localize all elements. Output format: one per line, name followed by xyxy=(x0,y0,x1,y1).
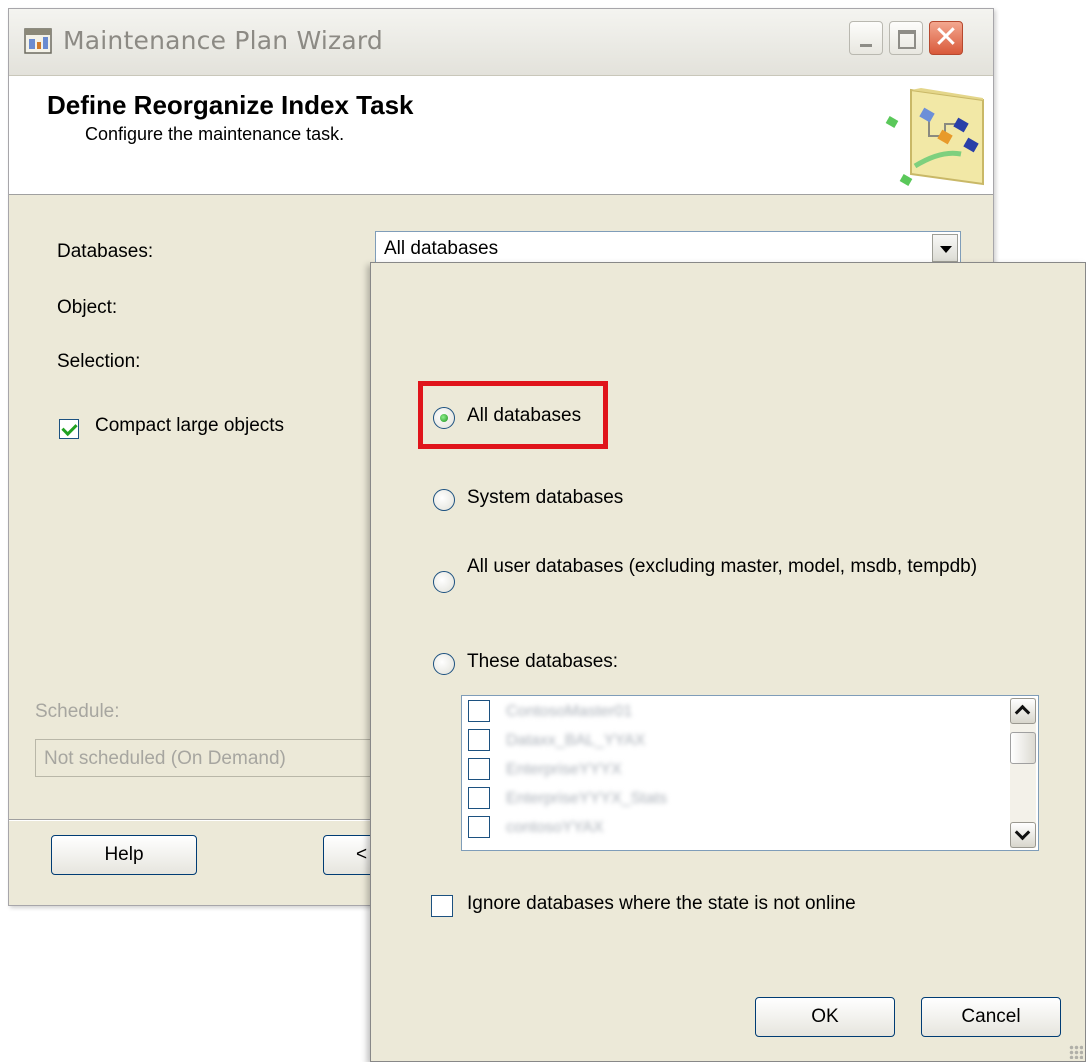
compact-large-objects-label: Compact large objects xyxy=(95,415,285,436)
chevron-down-icon[interactable] xyxy=(932,234,958,262)
databases-dropdown-value: All databases xyxy=(384,238,499,259)
list-item[interactable]: Dataxx_BAL_YYAX xyxy=(468,727,988,755)
database-list[interactable]: ContosoMaster01 Dataxx_BAL_YYAX Enterpri… xyxy=(461,695,1039,851)
ignore-offline-label: Ignore databases where the state is not … xyxy=(467,893,856,914)
databases-dropdown[interactable]: All databases xyxy=(375,231,961,265)
selection-label: Selection: xyxy=(57,351,141,372)
database-name: EnterpriseYYYX xyxy=(506,761,622,778)
list-item[interactable]: ContosoMaster01 xyxy=(468,698,988,726)
page-subtitle: Configure the maintenance task. xyxy=(85,124,345,144)
ok-button[interactable]: OK xyxy=(755,997,895,1037)
cancel-button[interactable]: Cancel xyxy=(921,997,1061,1037)
database-checkbox[interactable] xyxy=(468,787,490,809)
scrollbar-thumb[interactable] xyxy=(1010,732,1036,764)
schedule-value: Not scheduled (On Demand) xyxy=(44,748,286,769)
database-checkbox[interactable] xyxy=(468,729,490,751)
radio-all-user-databases-label: All user databases (excluding master, mo… xyxy=(467,556,978,577)
vertical-scrollbar[interactable] xyxy=(1010,698,1036,848)
wizard-banner-icon xyxy=(885,88,984,186)
schedule-field: Not scheduled (On Demand) xyxy=(35,739,395,777)
help-button[interactable]: Help xyxy=(51,835,197,875)
close-icon: ✕ xyxy=(933,20,959,55)
page-title: Define Reorganize Index Task xyxy=(47,90,414,120)
object-label: Object: xyxy=(57,297,118,318)
database-checkbox[interactable] xyxy=(468,700,490,722)
close-button[interactable]: ✕ xyxy=(929,21,963,55)
radio-all-databases[interactable] xyxy=(433,407,455,429)
database-name: ContosoMaster01 xyxy=(506,703,633,720)
wizard-header: Define Reorganize Index Task Configure t… xyxy=(9,76,993,195)
maximize-button[interactable] xyxy=(889,21,923,55)
radio-all-databases-label: All databases xyxy=(467,405,582,426)
radio-system-databases-label: System databases xyxy=(467,487,624,508)
radio-these-databases[interactable] xyxy=(433,653,455,675)
wizard-app-icon xyxy=(24,28,52,54)
databases-label: Databases: xyxy=(57,241,154,262)
compact-large-objects-checkbox[interactable] xyxy=(59,419,79,439)
radio-system-databases[interactable] xyxy=(433,489,455,511)
scroll-down-icon[interactable] xyxy=(1010,822,1036,848)
resize-grip-icon[interactable] xyxy=(1069,1045,1083,1059)
list-item[interactable]: contosoYYAX xyxy=(468,814,988,842)
window-title: Maintenance Plan Wizard xyxy=(63,26,383,55)
list-item[interactable]: EnterpriseYYYX xyxy=(468,756,988,784)
database-name: Dataxx_BAL_YYAX xyxy=(506,732,646,749)
minimize-button[interactable] xyxy=(849,21,883,55)
database-name: contosoYYAX xyxy=(506,819,604,836)
radio-all-user-databases[interactable] xyxy=(433,571,455,593)
list-item[interactable]: EnterpriseYYYX_Stats xyxy=(468,785,988,813)
title-bar[interactable]: Maintenance Plan Wizard ✕ xyxy=(9,9,993,76)
database-checkbox[interactable] xyxy=(468,758,490,780)
ignore-offline-checkbox[interactable] xyxy=(431,895,453,917)
database-name: EnterpriseYYYX_Stats xyxy=(506,790,667,807)
database-checkbox[interactable] xyxy=(468,816,490,838)
database-selection-popup: All databases System databases All user … xyxy=(370,262,1086,1062)
schedule-label: Schedule: xyxy=(35,701,120,722)
scroll-up-icon[interactable] xyxy=(1010,698,1036,724)
radio-these-databases-label: These databases: xyxy=(467,651,619,672)
